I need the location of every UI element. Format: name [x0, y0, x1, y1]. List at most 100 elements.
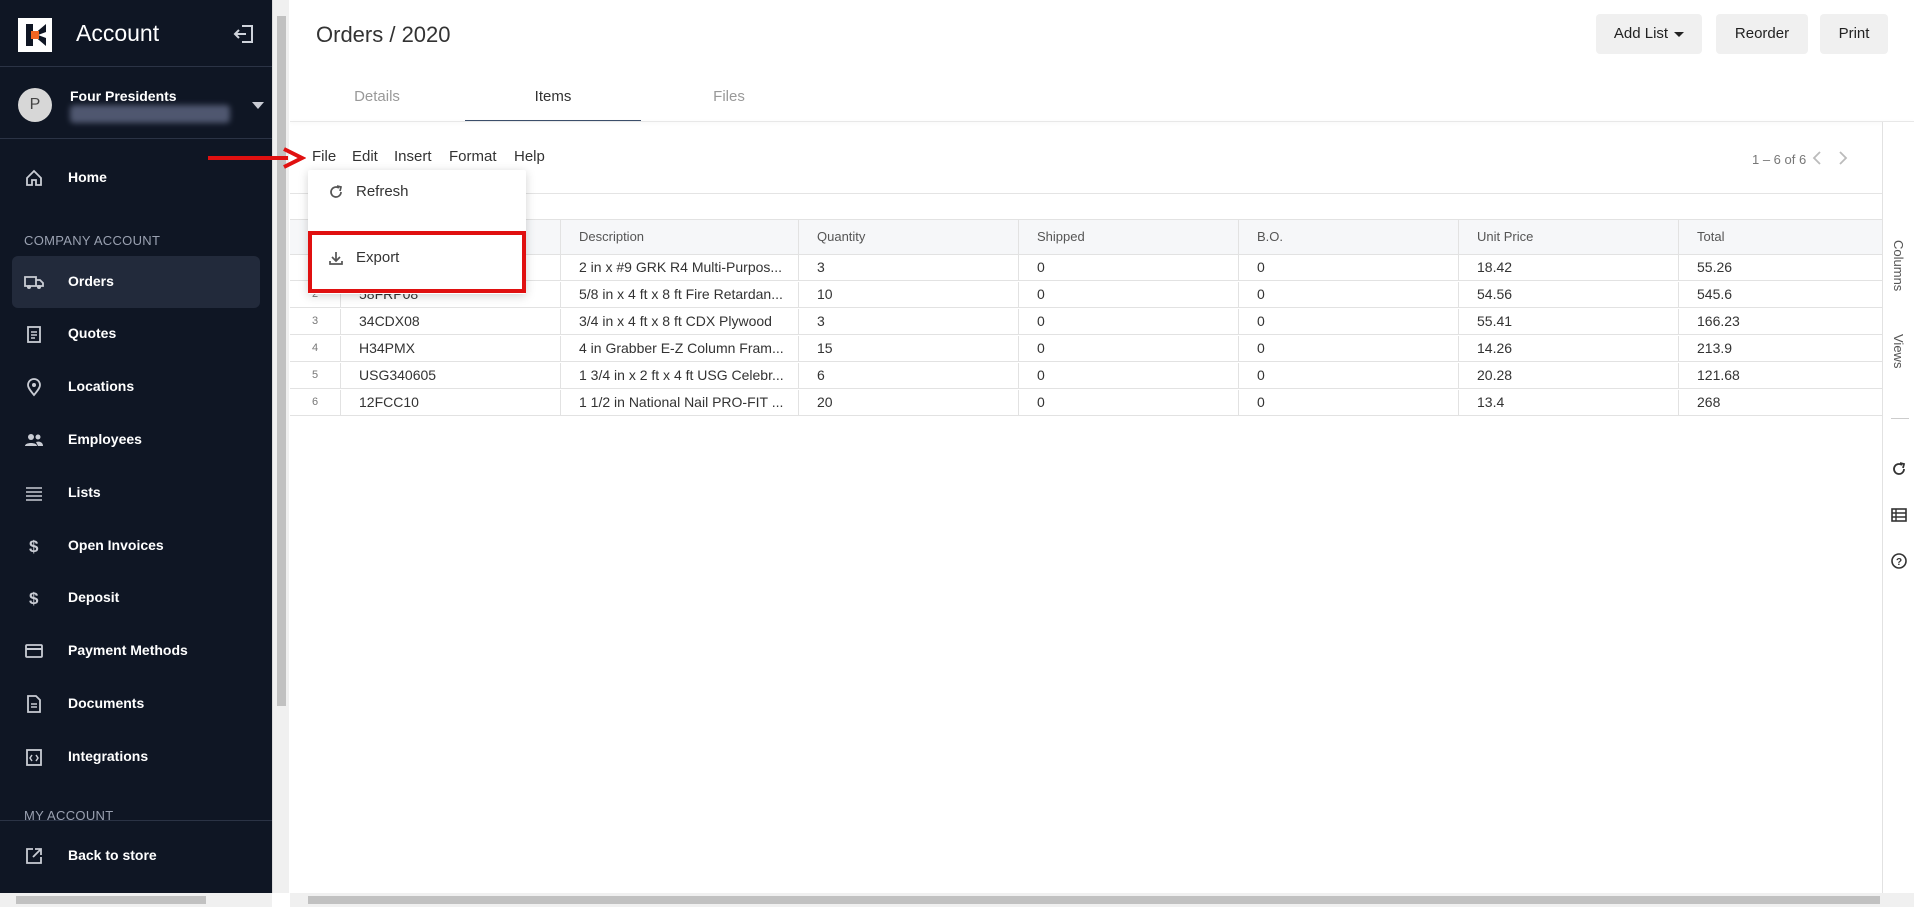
- cell-shipped[interactable]: 0: [1018, 309, 1238, 335]
- cell-description[interactable]: 5/8 in x 4 ft x 8 ft Fire Retardan...: [560, 282, 798, 308]
- cell-quantity[interactable]: 20: [798, 390, 1018, 416]
- scrollbar-thumb[interactable]: [308, 896, 1880, 904]
- cell-shipped[interactable]: 0: [1018, 255, 1238, 281]
- tab-files[interactable]: Files: [641, 78, 817, 122]
- sidebar-item-open-invoices[interactable]: $ Open Invoices: [12, 520, 260, 572]
- column-header-quantity[interactable]: Quantity: [798, 220, 1018, 256]
- cell-sku[interactable]: 34CDX08: [340, 309, 560, 335]
- cell-bo[interactable]: 0: [1238, 255, 1458, 281]
- add-list-button[interactable]: Add List: [1596, 14, 1702, 54]
- sidebar-item-orders[interactable]: Orders: [12, 256, 260, 308]
- sidebar-item-lists[interactable]: Lists: [12, 467, 260, 519]
- sidebar-item-deposit[interactable]: $ Deposit: [12, 572, 260, 624]
- table-row[interactable]: 6 12FCC10 1 1/2 in National Nail PRO-FIT .…: [290, 390, 1882, 416]
- svg-text:$: $: [29, 537, 39, 556]
- chevron-right-icon[interactable]: [1836, 150, 1850, 166]
- menu-item-refresh[interactable]: Refresh: [308, 170, 526, 214]
- menu-file[interactable]: File: [312, 148, 336, 165]
- reorder-button[interactable]: Reorder: [1716, 14, 1808, 54]
- table-row[interactable]: 2 58FRP08 5/8 in x 4 ft x 8 ft Fire Retard…: [290, 282, 1882, 308]
- sidebar-item-payment-methods[interactable]: Payment Methods: [12, 625, 260, 677]
- cell-shipped[interactable]: 0: [1018, 363, 1238, 389]
- cell-total[interactable]: 121.68: [1678, 363, 1882, 389]
- chevron-down-icon[interactable]: [252, 102, 264, 109]
- cell-sku[interactable]: USG340605: [340, 363, 560, 389]
- print-button[interactable]: Print: [1820, 14, 1888, 54]
- cell-unit-price[interactable]: 18.42: [1458, 255, 1678, 281]
- table-row[interactable]: 3 34CDX08 3/4 in x 4 ft x 8 ft CDX Plywood…: [290, 309, 1882, 335]
- column-header-description[interactable]: Description: [560, 220, 798, 256]
- sidebar-item-locations[interactable]: Locations: [12, 361, 260, 413]
- sidebar-item-integrations[interactable]: Integrations: [12, 731, 260, 783]
- table-row[interactable]: 5 USG340605 1 3/4 in x 2 ft x 4 ft USG Cel…: [290, 363, 1882, 389]
- sidebar-item-quotes[interactable]: Quotes: [12, 308, 260, 360]
- cell-quantity[interactable]: 3: [798, 255, 1018, 281]
- chevron-left-icon[interactable]: [1810, 150, 1824, 166]
- cell-description[interactable]: 2 in x #9 GRK R4 Multi-Purpos...: [560, 255, 798, 281]
- tab-items[interactable]: Items: [465, 78, 641, 122]
- cell-unit-price[interactable]: 13.4: [1458, 390, 1678, 416]
- table-row[interactable]: 4 H34PMX 4 in Grabber E-Z Column Fram... 15…: [290, 336, 1882, 362]
- help-icon[interactable]: ?: [1891, 553, 1907, 569]
- cell-unit-price[interactable]: 20.28: [1458, 363, 1678, 389]
- cell-unit-price[interactable]: 55.41: [1458, 309, 1678, 335]
- sidebar-item-back-to-store[interactable]: Back to store: [12, 830, 260, 882]
- sidebar-divider: [0, 820, 272, 821]
- cell-quantity[interactable]: 3: [798, 309, 1018, 335]
- cell-sku[interactable]: 12FCC10: [340, 390, 560, 416]
- cell-total[interactable]: 213.9: [1678, 336, 1882, 362]
- cell-shipped[interactable]: 0: [1018, 282, 1238, 308]
- views-panel-toggle[interactable]: Views: [1891, 334, 1906, 368]
- menu-insert[interactable]: Insert: [394, 148, 432, 165]
- cell-bo[interactable]: 0: [1238, 390, 1458, 416]
- credit-card-icon: [25, 644, 43, 658]
- cell-shipped[interactable]: 0: [1018, 336, 1238, 362]
- cell-unit-price[interactable]: 14.26: [1458, 336, 1678, 362]
- cell-description[interactable]: 1 3/4 in x 2 ft x 4 ft USG Celebr...: [560, 363, 798, 389]
- column-header-bo[interactable]: B.O.: [1238, 220, 1458, 256]
- cell-quantity[interactable]: 10: [798, 282, 1018, 308]
- cell-bo[interactable]: 0: [1238, 309, 1458, 335]
- cell-total[interactable]: 166.23: [1678, 309, 1882, 335]
- cell-total[interactable]: 55.26: [1678, 255, 1882, 281]
- cell-description[interactable]: 3/4 in x 4 ft x 8 ft CDX Plywood: [560, 309, 798, 335]
- tab-details[interactable]: Details: [289, 78, 465, 122]
- sidebar-item-employees[interactable]: Employees: [12, 414, 260, 466]
- column-header-shipped[interactable]: Shipped: [1018, 220, 1238, 256]
- cell-bo[interactable]: 0: [1238, 282, 1458, 308]
- cell-description[interactable]: 1 1/2 in National Nail PRO-FIT ...: [560, 390, 798, 416]
- home-icon: [26, 169, 42, 186]
- cell-description[interactable]: 4 in Grabber E-Z Column Fram...: [560, 336, 798, 362]
- cell-total[interactable]: 268: [1678, 390, 1882, 416]
- cell-bo[interactable]: 0: [1238, 363, 1458, 389]
- columns-panel-toggle[interactable]: Columns: [1891, 240, 1906, 291]
- sidebar-horizontal-scrollbar[interactable]: [0, 893, 272, 907]
- cell-shipped[interactable]: 0: [1018, 390, 1238, 416]
- refresh-icon[interactable]: [1891, 461, 1907, 477]
- scrollbar-thumb[interactable]: [16, 896, 206, 904]
- cell-total[interactable]: 545.6: [1678, 282, 1882, 308]
- column-header-unit-price[interactable]: Unit Price: [1458, 220, 1678, 256]
- user-email-redacted: [70, 105, 230, 123]
- cell-sku[interactable]: H34PMX: [340, 336, 560, 362]
- menu-edit[interactable]: Edit: [352, 148, 378, 165]
- menu-format[interactable]: Format: [449, 148, 497, 165]
- brand-logo[interactable]: [18, 18, 52, 52]
- grid-top-border: [290, 193, 1882, 194]
- table-icon[interactable]: [1891, 507, 1907, 523]
- collapse-sidebar-icon[interactable]: [232, 23, 256, 45]
- sidebar-vertical-scrollbar[interactable]: [272, 0, 289, 893]
- menu-help[interactable]: Help: [514, 148, 545, 165]
- scrollbar-thumb[interactable]: [277, 16, 286, 706]
- cell-quantity[interactable]: 15: [798, 336, 1018, 362]
- cell-bo[interactable]: 0: [1238, 336, 1458, 362]
- grid-horizontal-scrollbar[interactable]: [290, 893, 1914, 907]
- table-row[interactable]: 12 in x #9 GRK R4 Multi-Purpos...30018.4…: [290, 255, 1882, 281]
- row-number: 6: [311, 396, 319, 408]
- cell-quantity[interactable]: 6: [798, 363, 1018, 389]
- user-switcher[interactable]: P Four Presidents: [0, 72, 272, 138]
- cell-unit-price[interactable]: 54.56: [1458, 282, 1678, 308]
- sidebar-item-label: Deposit: [68, 589, 120, 605]
- column-header-total[interactable]: Total: [1678, 220, 1882, 256]
- sidebar-item-documents[interactable]: Documents: [12, 678, 260, 730]
